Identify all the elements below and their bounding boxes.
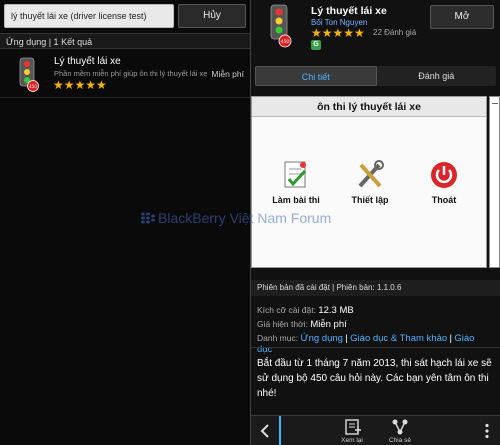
next-screenshot-thumbnail[interactable] (489, 96, 500, 268)
power-icon (431, 162, 457, 188)
price-label: Giá hiện thời: (257, 319, 308, 329)
screenshot-take-test-button: Làm bài thi (264, 159, 328, 205)
category-label: Danh mục: (257, 333, 299, 343)
results-header: Ứng dụng | 1 Kết quả (0, 33, 250, 49)
screenshot-exit-button: Thoát (412, 159, 476, 205)
more-options-button[interactable] (484, 423, 490, 444)
cancel-button[interactable]: Hủy (178, 4, 246, 28)
search-input[interactable]: lý thuyết lái xe (driver license test) (4, 4, 174, 28)
details-tabs: Chi tiết Đánh giá (255, 66, 496, 86)
back-button[interactable] (251, 415, 281, 445)
action-bar: Xem lại Chia sẻ (251, 415, 500, 445)
section-divider (251, 347, 500, 348)
app-screenshot[interactable]: ôn thi lý thuyết lái xe Làm bài thi Thiế… (251, 96, 487, 268)
svg-text:450: 450 (29, 84, 37, 89)
tools-icon (358, 160, 384, 188)
overflow-menu-icon (485, 423, 489, 439)
install-size-value: 12.3 MB (318, 305, 354, 316)
open-button[interactable]: Mở (430, 5, 494, 29)
app-traffic-light-icon: 450 (270, 4, 292, 48)
category-link-edu-short[interactable]: Giáo (454, 333, 474, 344)
tab-details[interactable]: Chi tiết (255, 66, 377, 86)
chevron-left-icon (260, 423, 269, 438)
tab-reviews[interactable]: Đánh giá (377, 66, 497, 86)
take-test-label: Làm bài thi (272, 195, 320, 205)
version-info: Phiên bản đã cài đặt | Phiên bản: 1.1.0.… (251, 280, 500, 296)
app-rating-stars: ★★★★★ (311, 26, 365, 40)
checklist-icon (284, 161, 307, 188)
add-note-icon (345, 419, 361, 435)
result-rating-stars: ★★★★★ (53, 78, 107, 92)
result-description: Phần mềm miễn phí giúp ôn thi lý thuyết … (54, 69, 208, 78)
install-size-label: Kích cỡ cài đặt: (257, 305, 316, 315)
price-value: Miễn phí (310, 319, 347, 330)
share-label: Chia sẻ (388, 437, 412, 444)
result-title: Lý thuyết lái xe (54, 56, 121, 67)
exit-label: Thoát (431, 195, 457, 205)
g-badge-icon: G (311, 40, 321, 50)
result-item[interactable]: 450 Lý thuyết lái xe Phần mềm miễn phí g… (0, 52, 250, 98)
app-title: Lý thuyết lái xe (311, 5, 387, 17)
rating-count: 22 Đánh giá (373, 28, 417, 37)
category-link-apps[interactable]: Ứng dụng (300, 333, 342, 344)
svg-text:450: 450 (281, 39, 290, 45)
screenshot-settings-button: Thiết lập (338, 159, 402, 205)
review-label: Xem lại (341, 437, 363, 444)
settings-label: Thiết lập (351, 195, 389, 205)
app-description: Bắt đầu từ 1 tháng 7 năm 2013, thi sát h… (257, 358, 492, 399)
traffic-light-icon: 450 (19, 57, 39, 92)
forum-watermark: BlackBerry Việt Nam Forum (140, 210, 360, 228)
result-price: Miễn phí (211, 69, 244, 79)
blackberry-logo-icon (141, 212, 155, 224)
price-row: Giá hiện thời: Miễn phí (257, 319, 347, 330)
install-size-row: Kích cỡ cài đặt: 12.3 MB (257, 305, 354, 316)
share-icon (392, 419, 408, 435)
watermark-text: BlackBerry Việt Nam Forum (158, 210, 332, 226)
category-row: Danh mục: Ứng dụng | Giáo dục & Tham khả… (257, 333, 475, 355)
search-bar: lý thuyết lái xe (driver license test) H… (4, 4, 246, 28)
app-header: 450 Lý thuyết lái xe Bối Ton Nguyen ★★★★… (251, 0, 500, 58)
category-link-edu-cont[interactable]: dục (257, 344, 272, 355)
screenshot-title: ôn thi lý thuyết lái xe (252, 97, 486, 117)
review-button[interactable]: Xem lại (332, 418, 372, 444)
share-button[interactable]: Chia sẻ (380, 418, 420, 444)
category-link-education[interactable]: Giáo dục & Tham khảo (350, 333, 447, 344)
